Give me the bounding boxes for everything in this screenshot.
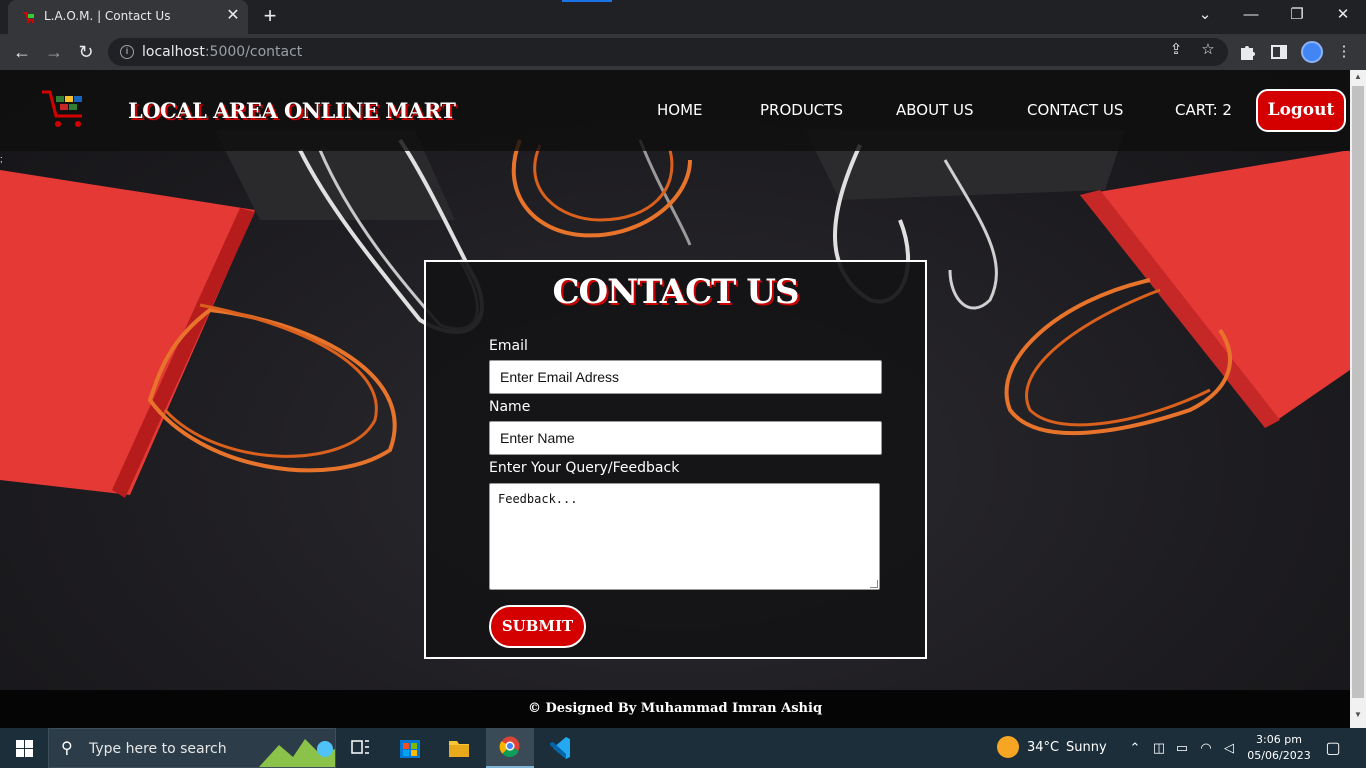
back-arrow-icon[interactable]: ← [10,40,34,64]
clock-time: 3:06 pm [1256,733,1302,746]
scroll-up-arrow-icon[interactable]: ▲ [1350,72,1366,86]
meet-now-icon[interactable]: ◫ [1150,740,1168,756]
weather-desc[interactable]: Sunny [1066,740,1107,755]
browser-menu-icon[interactable]: ⋮ [1332,40,1356,64]
windows-start-icon[interactable] [16,740,33,757]
feedback-textarea[interactable]: Feedback... [489,483,880,590]
address-bar[interactable]: i localhost:5000/contact ⇪ ☆ [108,38,1228,66]
battery-icon[interactable]: ▭ [1173,740,1191,756]
nav-home[interactable]: HOME [657,101,703,119]
notification-icon[interactable]: ▢ [1324,738,1342,758]
profile-avatar[interactable] [1301,41,1323,63]
cart-logo-icon[interactable] [38,84,92,130]
weather-sun-icon[interactable] [997,736,1019,758]
task-view-icon[interactable] [336,728,384,768]
extensions-puzzle-icon[interactable] [1238,42,1258,62]
close-window-button[interactable]: ✕ [1328,4,1358,26]
nav-contact-us[interactable]: CONTACT US [1027,101,1123,119]
chrome-taskbar-icon[interactable] [486,728,534,768]
site-footer: © Designed By Muhammad Imran Ashiq [0,690,1350,728]
email-input[interactable]: Enter Email Adress [489,360,882,394]
name-label: Name [489,399,531,415]
vscode-icon[interactable] [536,728,584,768]
chevron-up-icon[interactable]: ⌃ [1126,740,1144,756]
logout-button[interactable]: Logout [1256,89,1346,132]
file-explorer-icon[interactable] [435,728,483,768]
stray-text: ; [0,154,3,164]
url-host: localhost [142,44,205,60]
url-text: localhost:5000/contact [142,44,302,60]
forward-arrow-icon[interactable]: → [42,40,66,64]
tab-title: L.A.O.M. | Contact Us [44,9,171,23]
share-icon[interactable]: ⇪ [1164,38,1188,62]
scroll-down-arrow-icon[interactable]: ▼ [1350,710,1366,724]
nav-about-us[interactable]: ABOUT US [896,101,974,119]
system-clock[interactable]: 3:06 pm 05/06/2023 [1244,732,1314,764]
close-tab-icon[interactable]: ✕ [224,7,242,25]
browser-titlebar: L.A.O.M. | Contact Us ✕ + ⌄ — ❐ ✕ [0,0,1366,34]
nav-products[interactable]: PRODUCTS [760,101,843,119]
site-brand[interactable]: LOCAL AREA ONLINE MART [128,98,456,123]
site-info-icon[interactable]: i [120,45,134,59]
new-tab-button[interactable]: + [258,4,282,28]
site-favicon-icon [23,12,35,24]
search-placeholder: Type here to search [89,741,227,757]
submit-button[interactable]: SUBMIT [489,605,586,648]
contact-title: CONTACT US [552,272,800,312]
contact-form: CONTACT US Email Enter Email Adress Name… [424,260,927,659]
query-label: Enter Your Query/Feedback [489,460,680,476]
minimize-button[interactable]: — [1236,4,1266,26]
feedback-placeholder: Feedback... [498,492,578,506]
nav-cart[interactable]: CART: 2 [1175,101,1232,119]
restore-button[interactable]: ❐ [1282,4,1312,26]
resize-handle[interactable] [870,580,878,588]
reload-icon[interactable]: ↻ [74,40,98,64]
site-header: LOCAL AREA ONLINE MART HOME PRODUCTS ABO… [0,70,1350,151]
browser-toolbar: ← → ↻ i localhost:5000/contact ⇪ ☆ ⋮ [0,34,1366,70]
search-highlight-icon [259,739,335,767]
name-input[interactable]: Enter Name [489,421,882,455]
tab-search-indicator [562,0,612,2]
windows-taskbar: ⚲ Type here to search 34°C Sunny ⌃ ◫ ▭ ◠… [0,728,1366,768]
page-viewport: LOCAL AREA ONLINE MART HOME PRODUCTS ABO… [0,70,1350,728]
weather-temp[interactable]: 34°C [1027,740,1059,755]
clock-date: 05/06/2023 [1247,749,1311,762]
volume-icon[interactable]: ◁ [1220,740,1238,756]
footer-credit: © Designed By Muhammad Imran Ashiq [527,701,823,716]
email-label: Email [489,338,528,354]
taskbar-search[interactable]: ⚲ Type here to search [48,728,336,768]
bookmark-star-icon[interactable]: ☆ [1196,38,1220,62]
microsoft-store-icon[interactable] [386,728,434,768]
scrollbar-thumb[interactable] [1352,86,1364,698]
tab-search-icon[interactable]: ⌄ [1190,4,1220,26]
browser-tab[interactable]: L.A.O.M. | Contact Us ✕ [8,0,248,34]
search-icon: ⚲ [61,740,73,757]
side-panel-icon[interactable] [1270,43,1288,61]
url-path: :5000/contact [204,44,303,60]
wifi-icon[interactable]: ◠ [1197,740,1215,756]
